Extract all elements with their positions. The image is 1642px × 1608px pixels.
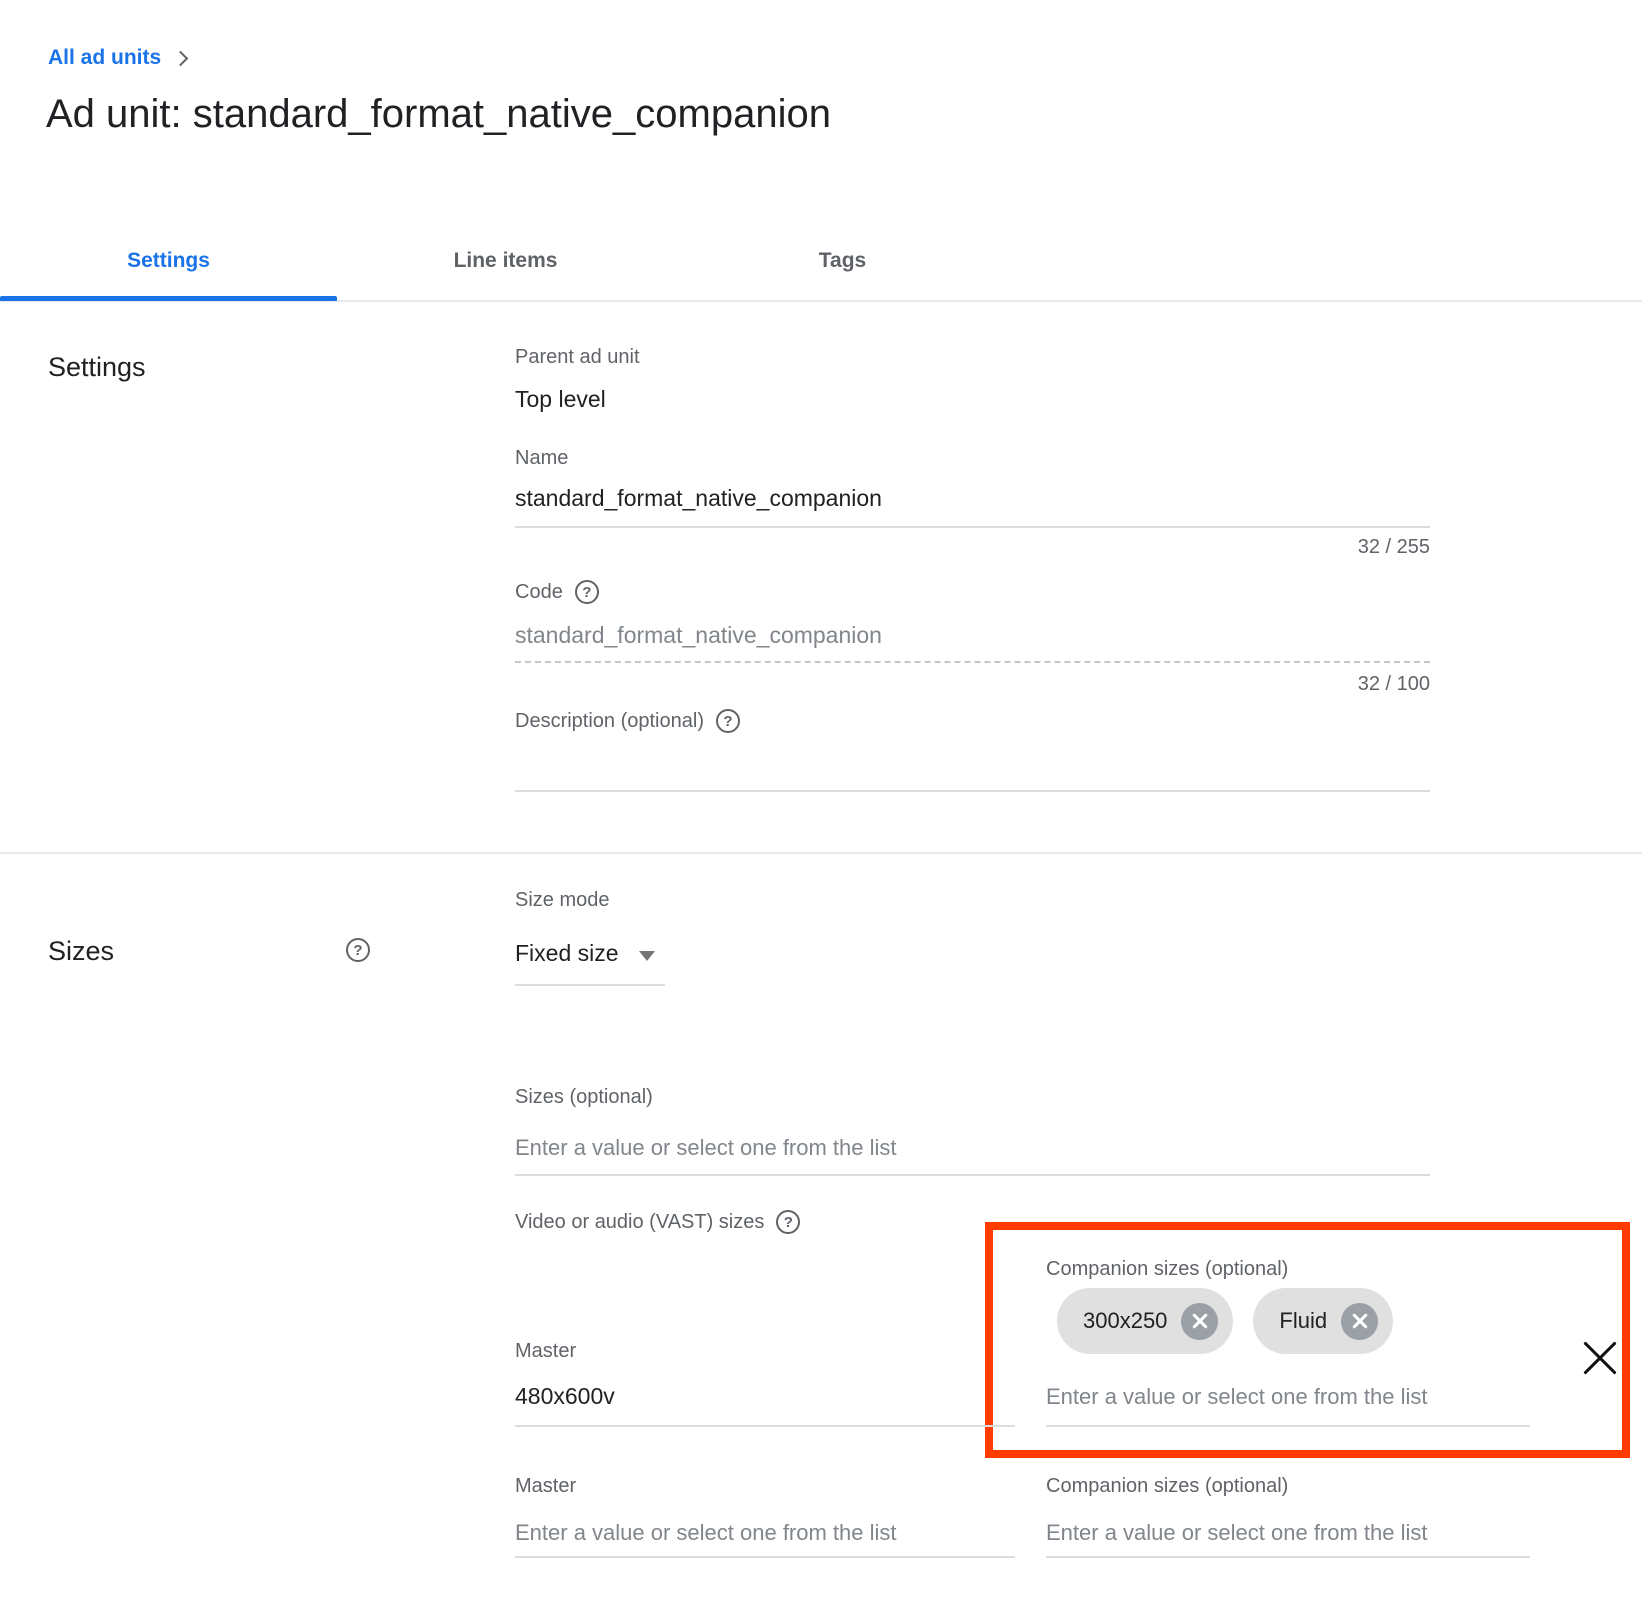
companion-sizes-label: Companion sizes (optional) xyxy=(1046,1258,1288,1281)
description-input-underline[interactable] xyxy=(515,790,1430,792)
chip-fluid: Fluid xyxy=(1253,1288,1393,1354)
name-char-counter: 32 / 255 xyxy=(1230,536,1430,559)
chevron-right-icon xyxy=(173,51,189,67)
companion-sizes-2-label: Companion sizes (optional) xyxy=(1046,1475,1288,1498)
companion-sizes-2-underline xyxy=(1046,1556,1530,1558)
sizes-help-icon[interactable]: ? xyxy=(346,938,370,962)
tab-tags[interactable]: Tags xyxy=(674,222,1011,300)
master-size-2-underline xyxy=(515,1556,1015,1558)
code-help-icon[interactable]: ? xyxy=(575,580,599,604)
remove-vast-size-row-button[interactable] xyxy=(1582,1340,1618,1376)
name-label: Name xyxy=(515,447,568,470)
chip-300x250-label: 300x250 xyxy=(1083,1308,1167,1334)
name-input-underline xyxy=(515,526,1430,528)
page-title: Ad unit: standard_format_native_companio… xyxy=(46,92,831,137)
vast-sizes-help-icon[interactable]: ? xyxy=(776,1210,800,1234)
chip-300x250: 300x250 xyxy=(1057,1288,1233,1354)
companion-sizes-input[interactable]: Enter a value or select one from the lis… xyxy=(1046,1384,1428,1410)
code-label-text: Code xyxy=(515,581,563,604)
chevron-down-icon xyxy=(639,951,655,961)
tab-line-items[interactable]: Line items xyxy=(337,222,674,300)
vast-sizes-label: Video or audio (VAST) sizes ? xyxy=(515,1210,800,1234)
size-mode-dropdown[interactable]: Fixed size xyxy=(515,940,655,967)
description-label: Description (optional) ? xyxy=(515,709,740,733)
sizes-optional-underline xyxy=(515,1174,1430,1176)
size-mode-label: Size mode xyxy=(515,889,610,912)
chip-300x250-remove-icon[interactable] xyxy=(1181,1303,1218,1340)
vast-sizes-label-text: Video or audio (VAST) sizes xyxy=(515,1211,764,1234)
chip-fluid-remove-icon[interactable] xyxy=(1341,1303,1378,1340)
code-input-dashed-underline xyxy=(515,661,1430,663)
tab-settings[interactable]: Settings xyxy=(0,222,337,300)
companion-sizes-2-input[interactable]: Enter a value or select one from the lis… xyxy=(1046,1520,1428,1546)
parent-ad-unit-value: Top level xyxy=(515,386,606,413)
master-size-label: Master xyxy=(515,1340,576,1363)
master-size-underline xyxy=(515,1425,1015,1427)
sizes-optional-label: Sizes (optional) xyxy=(515,1086,653,1109)
tab-bar: Settings Line items Tags xyxy=(0,222,1642,302)
breadcrumb: All ad units xyxy=(48,46,186,70)
settings-section-heading: Settings xyxy=(48,352,146,383)
master-size-2-input[interactable]: Enter a value or select one from the lis… xyxy=(515,1520,897,1546)
name-input[interactable]: standard_format_native_companion xyxy=(515,485,882,512)
master-size-2-label: Master xyxy=(515,1475,576,1498)
breadcrumb-all-ad-units-link[interactable]: All ad units xyxy=(48,46,161,70)
code-input-disabled: standard_format_native_companion xyxy=(515,622,882,649)
sizes-section-heading: Sizes xyxy=(48,936,114,967)
companion-sizes-underline xyxy=(1046,1425,1530,1427)
size-mode-underline xyxy=(515,984,665,986)
chip-fluid-label: Fluid xyxy=(1279,1308,1327,1334)
companion-sizes-chip-row: 300x250 Fluid xyxy=(1057,1288,1393,1354)
sizes-optional-input[interactable]: Enter a value or select one from the lis… xyxy=(515,1135,897,1161)
code-label: Code ? xyxy=(515,580,599,604)
description-label-text: Description (optional) xyxy=(515,710,704,733)
master-size-input[interactable]: 480x600v xyxy=(515,1383,615,1410)
description-help-icon[interactable]: ? xyxy=(716,709,740,733)
section-divider xyxy=(0,852,1642,854)
active-tab-indicator xyxy=(0,296,337,301)
ad-unit-settings-page: All ad units Ad unit: standard_format_na… xyxy=(0,0,1642,1608)
size-mode-value: Fixed size xyxy=(515,940,619,967)
code-char-counter: 32 / 100 xyxy=(1230,673,1430,696)
parent-ad-unit-label: Parent ad unit xyxy=(515,346,640,369)
